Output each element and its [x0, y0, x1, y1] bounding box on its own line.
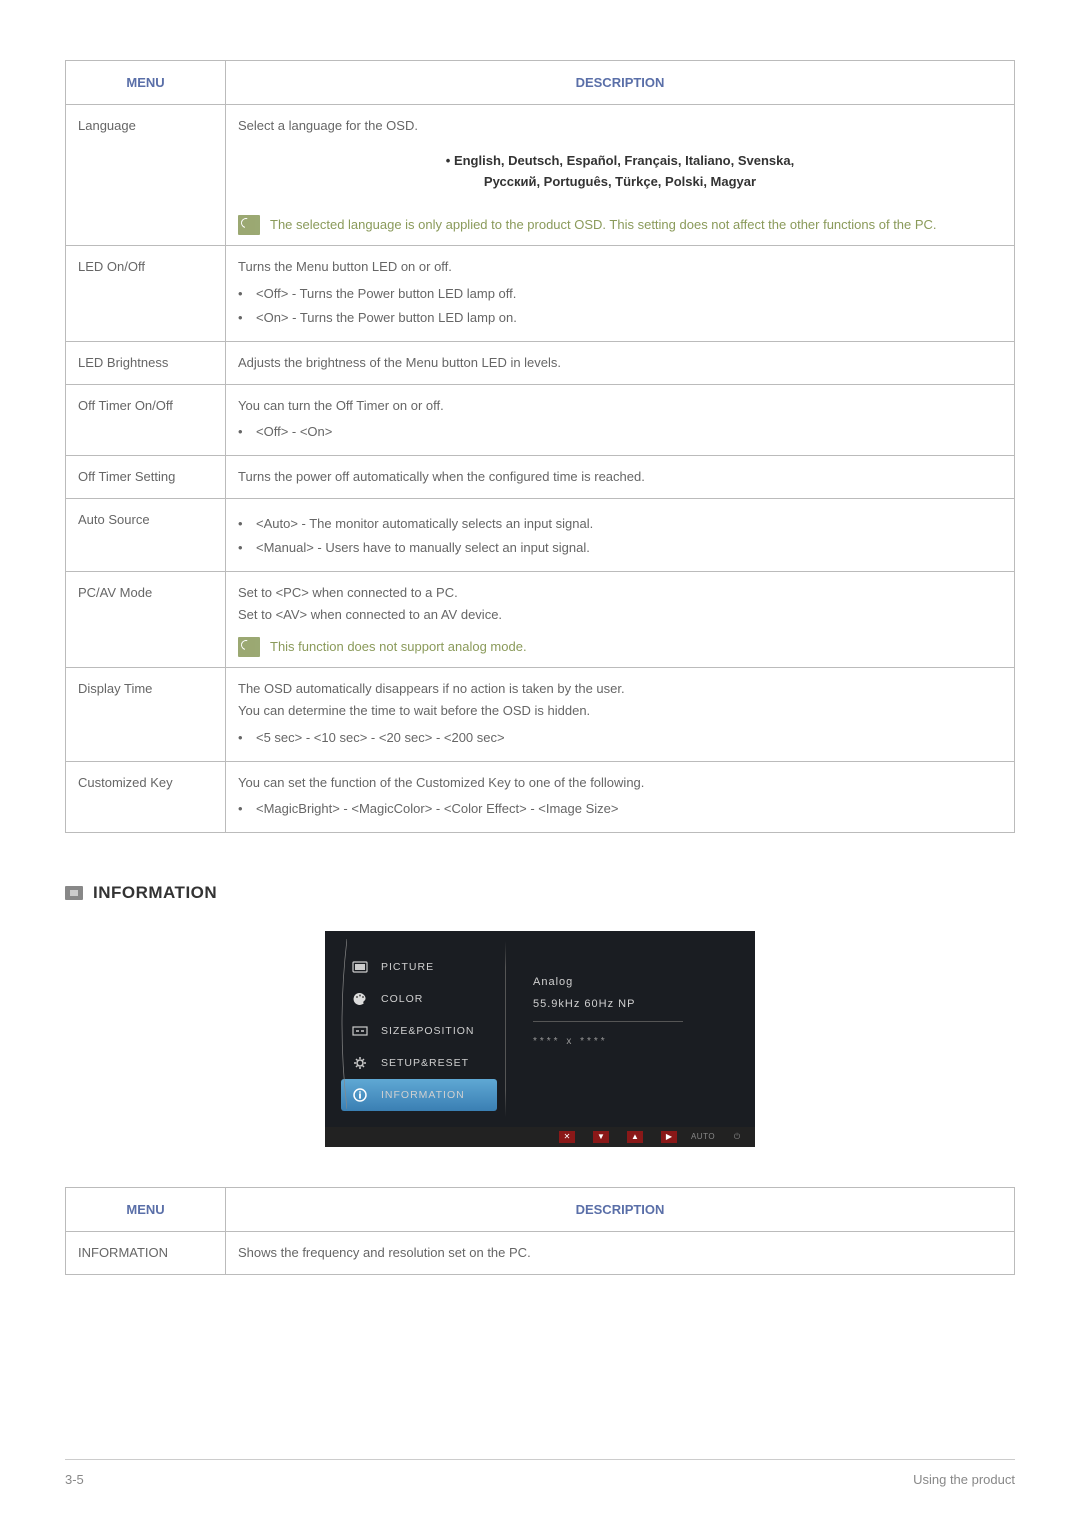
th-desc: DESCRIPTION [226, 61, 1015, 105]
table-row: LED Brightness Adjusts the brightness of… [66, 341, 1015, 384]
picture-icon [351, 960, 369, 974]
osd-screenshot: PICTURE COLOR SIZE&POSITION SETUP&RESET … [65, 931, 1015, 1147]
table-row: INFORMATION Shows the frequency and reso… [66, 1231, 1015, 1274]
page-footer: 3-5 Using the product [65, 1459, 1015, 1487]
list-item: <Off> - <On> [256, 421, 1002, 443]
table-row: Customized Key You can set the function … [66, 761, 1015, 832]
desc-cell: Select a language for the OSD. • English… [226, 105, 1015, 246]
table-row: PC/AV Mode Set to <PC> when connected to… [66, 572, 1015, 668]
th-desc: DESCRIPTION [226, 1187, 1015, 1231]
list-item: <Off> - Turns the Power button LED lamp … [256, 283, 1002, 305]
menu-cell: Language [66, 105, 226, 246]
divider [533, 1021, 683, 1022]
th-menu: MENU [66, 61, 226, 105]
gear-icon [351, 1056, 369, 1070]
osd-item-size: SIZE&POSITION [325, 1015, 505, 1047]
signal-type: Analog [533, 971, 735, 993]
osd-info-panel: Analog 55.9kHz 60Hz NP **** x **** [505, 931, 755, 1127]
bullet-list: <Off> - Turns the Power button LED lamp … [238, 283, 1002, 329]
osd-item-color: COLOR [325, 983, 505, 1015]
power-icon: ⏻ [729, 1131, 745, 1143]
frequency-text: 55.9kHz 60Hz NP [533, 993, 735, 1015]
menu-table-2: MENU DESCRIPTION INFORMATION Shows the f… [65, 1187, 1015, 1275]
chapter-title: Using the product [913, 1472, 1015, 1487]
osd-footer: ✕ ▼ ▲ ▶ AUTO ⏻ [325, 1127, 755, 1147]
th-menu: MENU [66, 1187, 226, 1231]
size-icon [351, 1024, 369, 1038]
close-button-icon: ✕ [559, 1131, 575, 1143]
list-item: <5 sec> - <10 sec> - <20 sec> - <200 sec… [256, 727, 1002, 749]
list-item: <Manual> - Users have to manually select… [256, 537, 1002, 559]
table-row: Language Select a language for the OSD. … [66, 105, 1015, 246]
note: The selected language is only applied to… [238, 215, 1002, 236]
section-header: INFORMATION [65, 883, 1015, 903]
list-item: <MagicBright> - <MagicColor> - <Color Ef… [256, 798, 1002, 820]
note-icon [238, 215, 260, 235]
osd-sidebar: PICTURE COLOR SIZE&POSITION SETUP&RESET … [325, 931, 505, 1127]
down-button-icon: ▼ [593, 1131, 609, 1143]
resolution-text: **** x **** [533, 1032, 735, 1052]
osd-item-picture: PICTURE [325, 951, 505, 983]
page-number: 3-5 [65, 1472, 84, 1487]
palette-icon [351, 992, 369, 1006]
enter-button-icon: ▶ [661, 1131, 677, 1143]
monitor-icon [65, 886, 83, 900]
note: This function does not support analog mo… [238, 637, 1002, 658]
auto-button: AUTO [695, 1131, 711, 1143]
list-item: <On> - Turns the Power button LED lamp o… [256, 307, 1002, 329]
table-row: Display Time The OSD automatically disap… [66, 668, 1015, 761]
menu-table-1: MENU DESCRIPTION Language Select a langu… [65, 60, 1015, 833]
table-row: Off Timer Setting Turns the power off au… [66, 456, 1015, 499]
up-button-icon: ▲ [627, 1131, 643, 1143]
info-icon [351, 1088, 369, 1102]
table-row: Off Timer On/Off You can turn the Off Ti… [66, 384, 1015, 455]
osd-item-setup: SETUP&RESET [325, 1047, 505, 1079]
note-icon [238, 637, 260, 657]
note-text: This function does not support analog mo… [270, 637, 527, 658]
osd-curve-line [337, 939, 347, 1109]
languages-list: • English, Deutsch, Español, Français, I… [238, 137, 1002, 211]
section-title: INFORMATION [93, 883, 217, 903]
osd-item-information: INFORMATION [341, 1079, 497, 1111]
table-row: Auto Source <Auto> - The monitor automat… [66, 499, 1015, 572]
list-item: <Auto> - The monitor automatically selec… [256, 513, 1002, 535]
desc-text: Select a language for the OSD. [238, 115, 1002, 137]
note-text: The selected language is only applied to… [270, 215, 937, 236]
table-row: LED On/Off Turns the Menu button LED on … [66, 246, 1015, 341]
